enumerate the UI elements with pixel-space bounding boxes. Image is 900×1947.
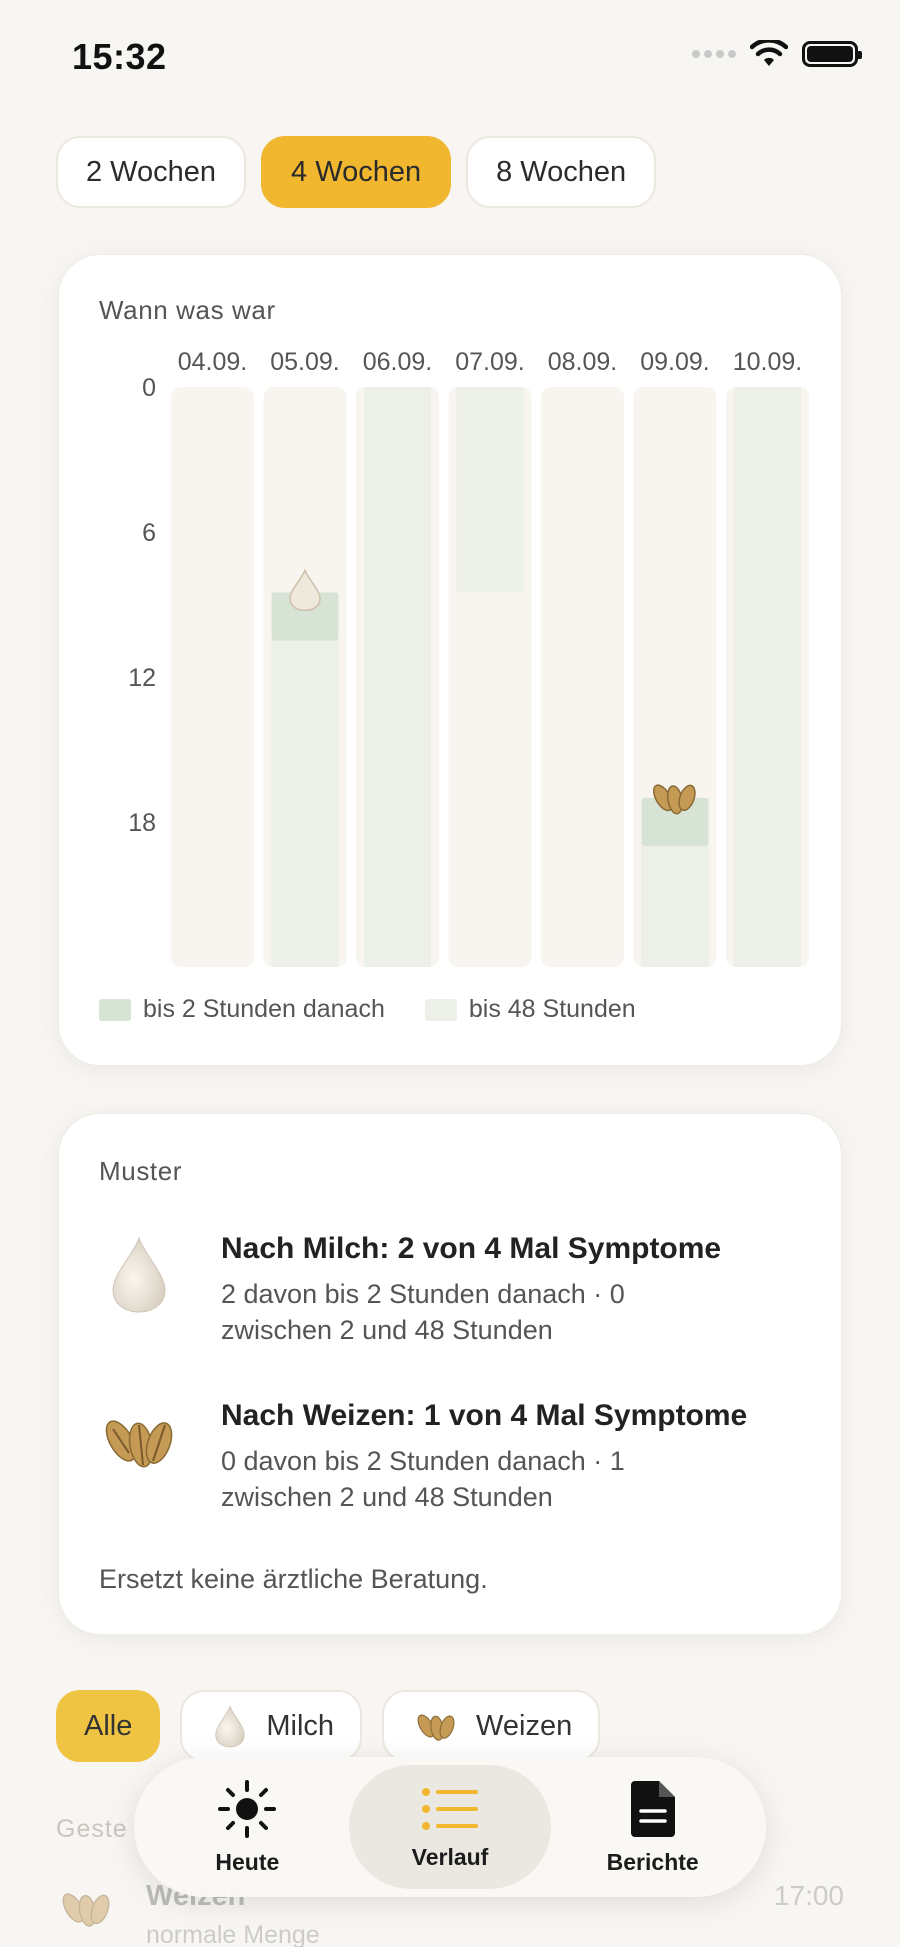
y-tick-label: 0 [142, 374, 156, 402]
pattern-item-wheat: Nach Weizen: 1 von 4 Mal Symptome 0 davo… [99, 1399, 811, 1515]
range-8-weeks-button[interactable]: 8 Wochen [466, 136, 657, 208]
status-time: 15:32 [72, 36, 167, 77]
patterns-title: Muster [99, 1156, 183, 1186]
filter-wheat-chip[interactable]: Weizen [382, 1690, 601, 1762]
filter-milk-label: Milch [266, 1709, 335, 1742]
wheat-grain-icon [105, 1420, 173, 1468]
pattern-detail: 2 davon bis 2 Stunden danach · 0 zwische… [221, 1279, 625, 1345]
x-tick-label: 06.09. [363, 348, 433, 376]
day-column [171, 387, 254, 967]
chart-legend: bis 2 Stunden danach bis 48 Stunden [99, 995, 636, 1024]
x-tick-label: 05.09. [270, 348, 340, 376]
pattern-item-milk: Nach Milch: 2 von 4 Mal Symptome 2 davon… [99, 1232, 811, 1348]
window-48h-bar [734, 387, 801, 967]
timeline-chart: 04.09. 05.09. 06.09. 07.09. 08.09. 09.09. 10.0… [128, 348, 809, 967]
x-tick-label: 09.09. [640, 348, 710, 376]
timeline-chart-card: Wann was war 04.09. 05.09. 06.09. 07.09. 08.… [58, 254, 842, 1066]
wheat-grain-icon [417, 1714, 455, 1741]
wifi-icon [750, 40, 788, 66]
range-selector: 2 Wochen 4 Wochen 8 Wochen [56, 136, 657, 208]
range-4-weeks-button[interactable]: 4 Wochen [261, 136, 452, 208]
day-column [541, 387, 624, 967]
tab-history-label: Verlauf [411, 1843, 489, 1870]
legend-swatch-near [99, 998, 131, 1021]
y-tick-label: 12 [128, 664, 156, 692]
document-icon [630, 1780, 675, 1837]
legend-label-near: bis 2 Stunden danach [143, 995, 385, 1023]
y-tick-label: 18 [128, 809, 156, 837]
window-48h-bar [364, 387, 431, 967]
tab-today[interactable]: Heute [146, 1765, 349, 1889]
filter-milk-chip[interactable]: Milch [180, 1690, 363, 1762]
x-tick-label: 10.09. [733, 348, 803, 376]
window-48h-bar [456, 387, 524, 593]
sun-icon [218, 1779, 277, 1838]
history-section-label: Geste [56, 1815, 128, 1843]
x-tick-label: 04.09. [178, 348, 248, 376]
disclaimer-text: Ersetzt keine ärztliche Beratung. [99, 1564, 488, 1594]
y-tick-label: 6 [142, 519, 156, 547]
history-item-time: 17:00 [773, 1880, 844, 1911]
milk-drop-icon [215, 1704, 246, 1748]
tab-reports-label: Berichte [606, 1848, 699, 1875]
food-filter-row: Alle Milch Weizen [56, 1690, 601, 1762]
window-48h-bar [641, 846, 709, 967]
pattern-heading: Nach Milch: 2 von 4 Mal Symptome [221, 1232, 722, 1265]
pattern-detail: 0 davon bis 2 Stunden danach · 1 zwische… [221, 1446, 625, 1512]
legend-item-far: bis 48 Stunden [424, 995, 636, 1024]
battery-icon [802, 41, 862, 67]
wheat-grain-icon [62, 1893, 110, 1927]
legend-item-near: bis 2 Stunden danach [99, 995, 385, 1024]
filter-all-label: Alle [84, 1709, 133, 1742]
x-tick-label: 08.09. [548, 348, 618, 376]
pattern-text-wheat: Nach Weizen: 1 von 4 Mal Symptome 0 davo… [221, 1399, 747, 1515]
x-tick-label: 07.09. [455, 348, 525, 376]
range-2-weeks-button[interactable]: 2 Wochen [56, 136, 247, 208]
history-item-detail: normale Menge [146, 1921, 320, 1947]
cellular-signal-icon [692, 50, 736, 58]
tab-bar: Heute Verlauf Berichte [134, 1757, 766, 1897]
filter-all-chip[interactable]: Alle [56, 1690, 161, 1762]
legend-swatch-far [424, 998, 457, 1021]
tab-reports[interactable]: Berichte [551, 1765, 754, 1889]
tab-today-label: Heute [215, 1848, 280, 1875]
tab-history[interactable]: Verlauf [348, 1765, 552, 1889]
status-icons [692, 40, 862, 68]
pattern-text-milk: Nach Milch: 2 von 4 Mal Symptome 2 davon… [221, 1232, 741, 1348]
milk-drop-icon [112, 1236, 166, 1313]
pattern-heading: Nach Weizen: 1 von 4 Mal Symptome [221, 1399, 748, 1432]
legend-label-far: bis 48 Stunden [468, 995, 636, 1023]
list-icon [422, 1787, 478, 1830]
window-48h-bar [271, 640, 339, 967]
filter-wheat-label: Weizen [476, 1709, 573, 1742]
patterns-card: Muster Nach Milch: 2 von 4 Mal Symptome … [58, 1113, 842, 1635]
